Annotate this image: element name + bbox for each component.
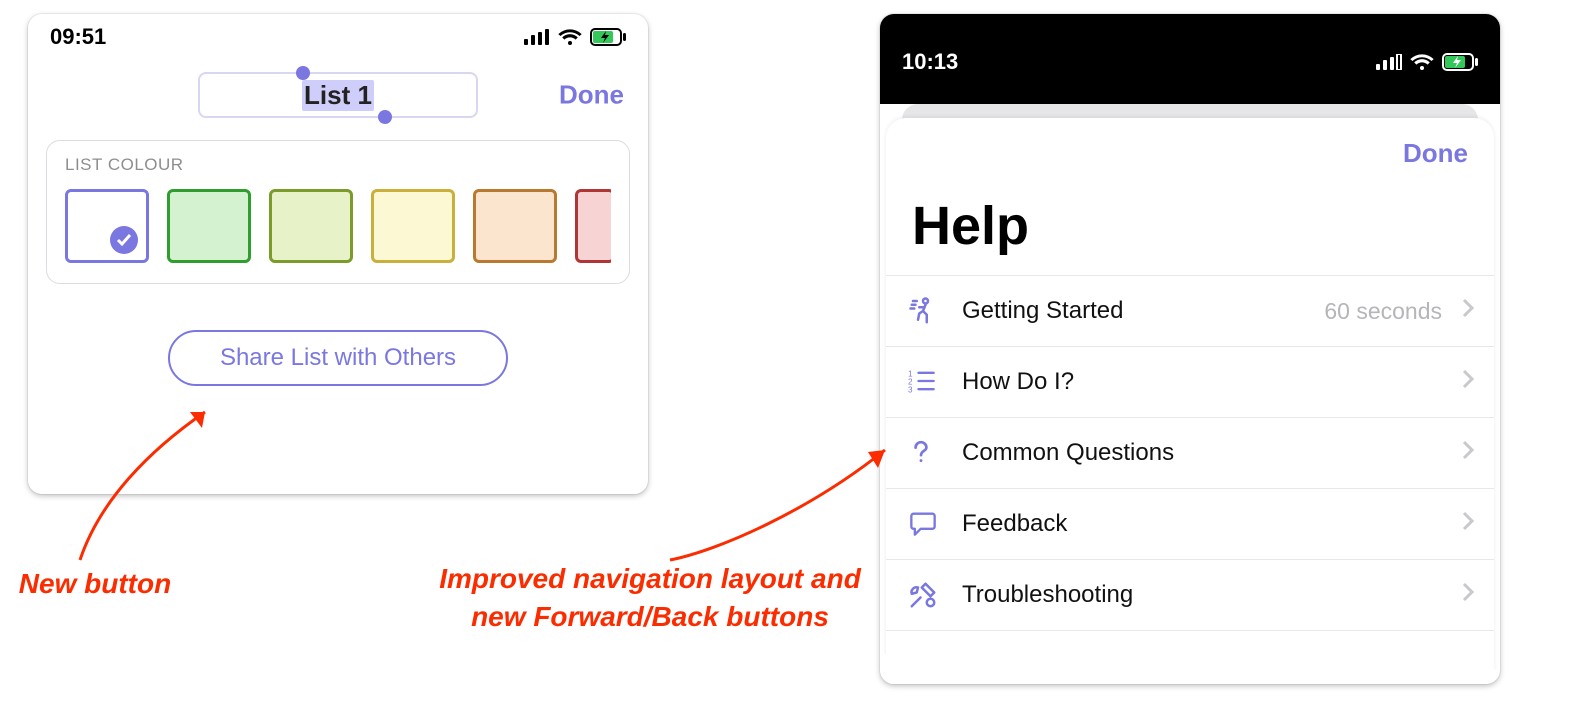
row-troubleshooting[interactable]: Troubleshooting bbox=[886, 560, 1494, 631]
status-time: 09:51 bbox=[50, 24, 106, 50]
status-icons bbox=[1376, 53, 1478, 71]
annotation-right-caption: Improved navigation layout and new Forwa… bbox=[420, 560, 880, 636]
chevron-right-icon bbox=[1462, 368, 1474, 396]
selection-handle-start[interactable] bbox=[296, 66, 310, 80]
speech-icon bbox=[908, 509, 942, 539]
row-trailing: 60 seconds bbox=[1324, 298, 1442, 325]
list-name-input[interactable]: List 1 bbox=[198, 72, 478, 118]
cellular-icon bbox=[1376, 54, 1402, 70]
help-sheet: Done Help Getting Started 60 seconds 123… bbox=[886, 118, 1494, 684]
phone-list-settings: 09:51 List 1 Done LIST COLOUR Share List… bbox=[28, 14, 648, 494]
list-name-value: List 1 bbox=[302, 80, 374, 111]
battery-charging-icon bbox=[590, 28, 626, 46]
done-button[interactable]: Done bbox=[559, 80, 624, 111]
battery-charging-icon bbox=[1442, 53, 1478, 71]
row-feedback[interactable]: Feedback bbox=[886, 489, 1494, 560]
help-list: Getting Started 60 seconds 123 How Do I?… bbox=[886, 275, 1494, 631]
share-list-button[interactable]: Share List with Others bbox=[168, 330, 508, 386]
chevron-right-icon bbox=[1462, 510, 1474, 538]
chevron-right-icon bbox=[1462, 439, 1474, 467]
colour-swatch-yellow[interactable] bbox=[371, 189, 455, 263]
wifi-icon bbox=[1410, 53, 1434, 71]
walk-icon bbox=[908, 296, 942, 326]
row-how-do-i[interactable]: 123 How Do I? bbox=[886, 347, 1494, 418]
chevron-right-icon bbox=[1462, 297, 1474, 325]
status-icons bbox=[524, 28, 626, 46]
status-bar: 09:51 bbox=[28, 14, 648, 60]
status-bar: 10:13 bbox=[880, 14, 1500, 104]
torn-edge bbox=[28, 459, 648, 494]
colour-swatch-olive[interactable] bbox=[269, 189, 353, 263]
row-label: Feedback bbox=[962, 510, 1442, 538]
colour-swatch-orange[interactable] bbox=[473, 189, 557, 263]
colour-swatch-red[interactable] bbox=[575, 189, 611, 263]
colour-swatch-green[interactable] bbox=[167, 189, 251, 263]
cellular-icon bbox=[524, 29, 550, 45]
wifi-icon bbox=[558, 28, 582, 46]
done-button[interactable]: Done bbox=[886, 134, 1494, 173]
question-icon bbox=[908, 438, 942, 468]
row-label: Common Questions bbox=[962, 439, 1442, 467]
page-title: Help bbox=[886, 173, 1494, 275]
colour-swatch-white[interactable] bbox=[65, 189, 149, 263]
numbered-list-icon: 123 bbox=[908, 367, 942, 397]
row-getting-started[interactable]: Getting Started 60 seconds bbox=[886, 276, 1494, 347]
row-common-questions[interactable]: Common Questions bbox=[886, 418, 1494, 489]
svg-text:3: 3 bbox=[908, 386, 913, 395]
status-time: 10:13 bbox=[902, 49, 958, 75]
row-label: How Do I? bbox=[962, 368, 1442, 396]
row-label: Troubleshooting bbox=[962, 581, 1442, 609]
row-label: Getting Started bbox=[962, 297, 1304, 325]
tools-icon bbox=[908, 580, 942, 610]
colour-swatch-row[interactable] bbox=[65, 189, 611, 263]
annotation-left-caption: New button bbox=[10, 565, 180, 603]
selection-handle-end[interactable] bbox=[378, 110, 392, 124]
annotation-arrow-right bbox=[660, 440, 900, 570]
phone-help: 10:13 Done Help Getting Started 60 secon… bbox=[880, 14, 1500, 684]
list-colour-label: LIST COLOUR bbox=[65, 155, 611, 175]
navbar: List 1 Done bbox=[28, 60, 648, 130]
chevron-right-icon bbox=[1462, 581, 1474, 609]
check-icon bbox=[110, 226, 138, 254]
list-colour-card: LIST COLOUR bbox=[46, 140, 630, 284]
